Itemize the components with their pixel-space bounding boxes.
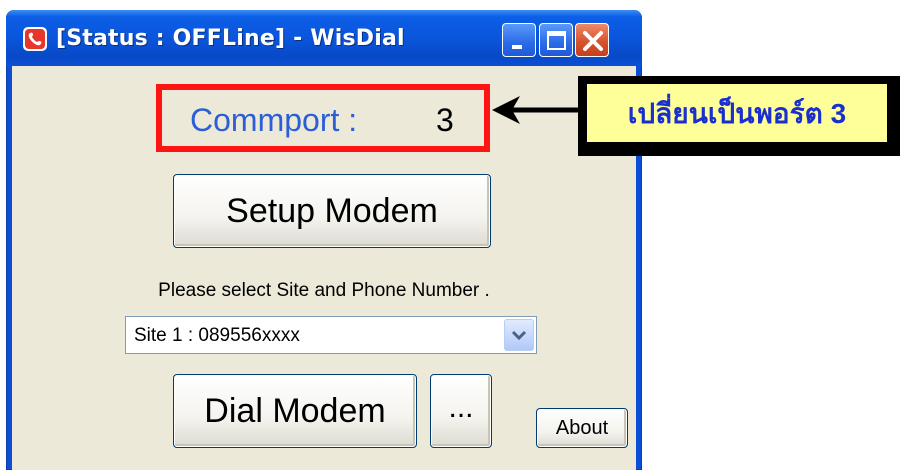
site-phone-select-value: Site 1 : 089556xxxx [134, 325, 300, 346]
about-button[interactable]: About [536, 408, 628, 448]
chevron-down-icon [511, 330, 527, 341]
site-prompt-label: Please select Site and Phone Number . [158, 280, 490, 301]
more-options-button[interactable]: ... [430, 374, 492, 448]
close-icon [583, 31, 603, 51]
close-button[interactable] [575, 23, 609, 57]
minimize-icon [512, 45, 522, 49]
title-bar[interactable]: [Status : OFFLine] - WisDial [6, 10, 642, 66]
commport-value: 3 [436, 102, 454, 138]
commport-highlight-box: Commport : 3 [156, 84, 490, 152]
dial-modem-button[interactable]: Dial Modem [173, 374, 417, 448]
dropdown-button[interactable] [504, 319, 534, 351]
annotation-callout-text: เปลี่ยนเป็นพอร์ต 3 [627, 98, 847, 129]
annotation-callout-body: เปลี่ยนเป็นพอร์ต 3 [586, 83, 888, 143]
setup-modem-button[interactable]: Setup Modem [173, 174, 491, 248]
window-title: [Status : OFFLine] - WisDial [56, 26, 405, 51]
annotation-callout: เปลี่ยนเป็นพอร์ต 3 [578, 76, 900, 156]
phone-handset-icon [23, 27, 47, 51]
app-window: [Status : OFFLine] - WisDial Commport : … [6, 10, 642, 470]
site-phone-select[interactable]: Site 1 : 089556xxxx [125, 316, 537, 354]
maximize-button[interactable] [539, 23, 573, 57]
minimize-button[interactable] [502, 23, 536, 57]
callout-arrow-icon [492, 96, 578, 124]
maximize-icon [547, 31, 566, 50]
commport-label: Commport : [190, 102, 358, 138]
